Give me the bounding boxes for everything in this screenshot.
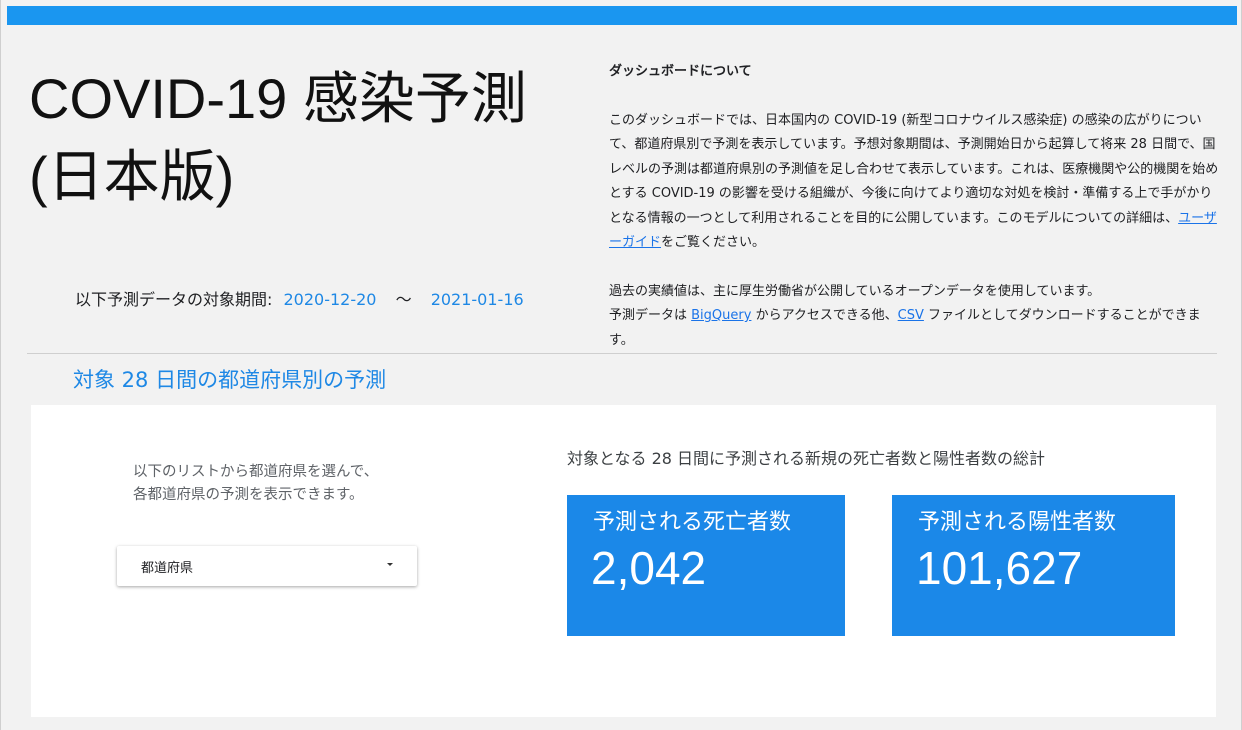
forecast-panel: 以下のリストから都道府県を選んで、 各都道府県の予測を表示できます。 都道府県 … [31, 405, 1216, 717]
instructions-line-1: 以下のリストから都道府県を選んで、 [133, 464, 379, 480]
prefecture-dropdown-value: 都道府県 [141, 561, 194, 576]
about-paragraph-1: このダッシュボードでは、日本国内の COVID-19 (新型コロナウイルス感染症… [609, 109, 1219, 256]
predicted-cases-card: 予測される陽性者数 101,627 [892, 495, 1175, 636]
period-separator: 〜 [395, 290, 412, 309]
section-title: 対象 28 日間の都道府県別の予測 [73, 368, 387, 392]
predicted-deaths-card: 予測される死亡者数 2,042 [567, 495, 845, 636]
caret-down-icon [387, 563, 393, 566]
predicted-cases-value: 101,627 [916, 542, 1083, 594]
about-paragraph-2-line-1: 過去の実績値は、主に厚生労働省が公開しているオープンデータを使用しています。 [609, 283, 1101, 299]
csv-link[interactable]: CSV [898, 308, 924, 323]
about-paragraph-2-middle: からアクセスできる他、 [751, 308, 898, 323]
totals-heading: 対象となる 28 日間に予測される新規の死亡者数と陽性者数の総計 [567, 449, 1046, 468]
page-title: COVID-19 感染予測 (日本版) [29, 60, 589, 216]
period-start-date: 2020-12-20 [283, 290, 377, 309]
predicted-deaths-label: 予測される死亡者数 [593, 510, 792, 535]
period-end-date: 2021-01-16 [430, 290, 524, 309]
instructions-line-2: 各都道府県の予測を表示できます。 [133, 487, 364, 503]
prefecture-dropdown[interactable]: 都道府県 [117, 546, 417, 586]
title-line-1: COVID-19 感染予測 [29, 67, 527, 130]
about-paragraph-1-text: このダッシュボードでは、日本国内の COVID-19 (新型コロナウイルス感染症… [609, 112, 1219, 226]
about-dashboard: ダッシュボードについて このダッシュボードでは、日本国内の COVID-19 (… [609, 60, 1219, 353]
about-paragraph-2: 過去の実績値は、主に厚生労働省が公開しているオープンデータを使用しています。 予測… [609, 280, 1219, 354]
predicted-cases-label: 予測される陽性者数 [918, 510, 1117, 535]
about-heading: ダッシュボードについて [609, 64, 752, 79]
forecast-period: 以下予測データの対象期間: 2020-12-20 〜 2021-01-16 [75, 286, 524, 310]
title-line-2: (日本版) [29, 145, 235, 208]
top-accent-bar [7, 6, 1237, 25]
bigquery-link[interactable]: BigQuery [691, 308, 751, 323]
period-label: 以下予測データの対象期間: [75, 290, 273, 309]
section-divider [27, 353, 1217, 354]
predicted-deaths-value: 2,042 [591, 542, 707, 594]
about-paragraph-1-tail: をご覧ください。 [661, 235, 766, 250]
about-paragraph-2-prefix: 予測データは [609, 308, 692, 323]
prefecture-instructions: 以下のリストから都道府県を選んで、 各都道府県の予測を表示できます。 [133, 461, 453, 507]
dashboard-page: COVID-19 感染予測 (日本版) 以下予測データの対象期間: 2020-1… [0, 0, 1242, 730]
